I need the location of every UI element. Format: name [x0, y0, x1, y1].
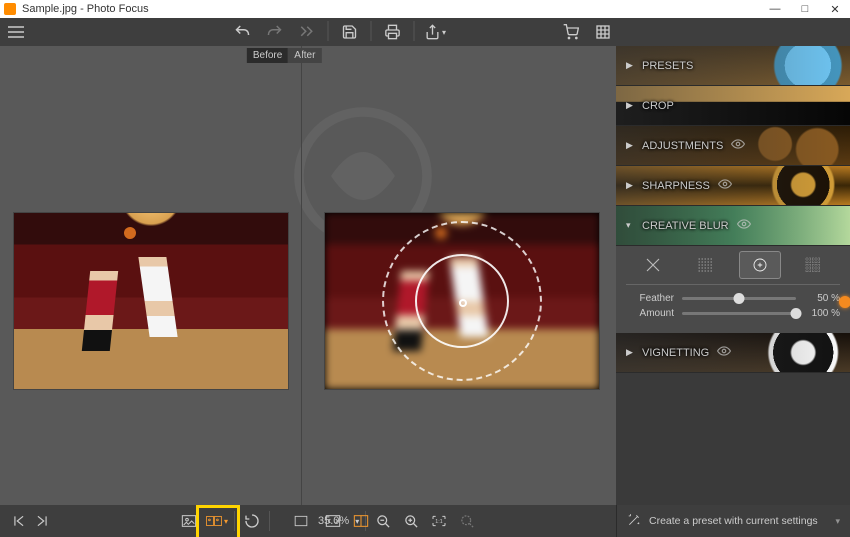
undo-button[interactable] — [232, 21, 254, 43]
close-button[interactable]: ✕ — [820, 0, 850, 18]
window-title: Sample.jpg - Photo Focus — [22, 3, 149, 15]
minimize-button[interactable]: — — [760, 0, 790, 18]
preset-bar-label: Create a preset with current settings — [649, 515, 818, 527]
single-view-button[interactable] — [178, 510, 200, 532]
accordion-creative-blur[interactable]: ▾ Creative Blur — [616, 206, 850, 246]
chevron-right-icon: ▶ — [626, 347, 634, 358]
maximize-button[interactable]: □ — [790, 0, 820, 18]
blur-mode-linear[interactable] — [686, 252, 726, 278]
feather-label: Feather — [626, 293, 674, 304]
titlebar: Sample.jpg - Photo Focus — □ ✕ — [0, 0, 850, 18]
chevron-down-icon: ▾ — [626, 220, 634, 231]
svg-text:1:1: 1:1 — [436, 519, 443, 525]
prev-image-button[interactable] — [10, 510, 27, 532]
accordion-sharpness[interactable]: ▶ Sharpness — [616, 166, 850, 206]
wand-icon — [627, 513, 641, 530]
slider-thumb[interactable] — [734, 293, 745, 304]
next-image-button[interactable] — [33, 510, 50, 532]
tab-before[interactable]: Before — [247, 48, 288, 63]
creative-blur-panel: Feather 50 % Amount 100 % — [616, 246, 850, 333]
feather-value: 50 % — [804, 293, 840, 304]
accordion-presets[interactable]: ▶ Presets — [616, 46, 850, 86]
accordion-adjustments[interactable]: ▶ Adjustments — [616, 126, 850, 166]
zoom-out-button[interactable] — [372, 510, 394, 532]
save-button[interactable] — [339, 21, 361, 43]
redo-button[interactable] — [264, 21, 286, 43]
zoom-100-button[interactable]: 1:1 — [428, 510, 450, 532]
blur-mode-grid[interactable] — [793, 252, 833, 278]
accordion-label: Crop — [642, 100, 674, 112]
menu-button[interactable] — [0, 21, 32, 43]
chevron-right-icon: ▶ — [626, 60, 634, 71]
zoom-in-button[interactable] — [400, 510, 422, 532]
chevron-right-icon: ▶ — [626, 180, 634, 191]
eye-icon[interactable] — [718, 179, 732, 192]
player-red — [82, 271, 118, 351]
accordion-label: Presets — [642, 60, 693, 72]
blur-mode-radial[interactable] — [740, 252, 780, 278]
feather-slider[interactable] — [682, 297, 796, 300]
accordion-crop[interactable]: ▶ Crop — [616, 86, 850, 126]
amount-label: Amount — [626, 308, 674, 319]
app-icon — [4, 3, 16, 15]
chevron-right-icon: ▶ — [626, 140, 634, 151]
before-image[interactable] — [14, 213, 288, 389]
amount-value: 100 % — [804, 308, 840, 319]
canvas-area: Before After — [0, 46, 616, 505]
eye-icon[interactable] — [717, 346, 731, 359]
eye-icon[interactable] — [737, 219, 751, 232]
accordion-label: Creative Blur — [642, 220, 729, 232]
zoom-fit-icon — [290, 510, 312, 532]
after-image[interactable] — [325, 213, 599, 389]
slider-thumb[interactable] — [791, 308, 802, 319]
redo-forward-button[interactable] — [296, 21, 318, 43]
chevron-right-icon: ▶ — [626, 100, 634, 111]
eye-icon[interactable] — [731, 139, 745, 152]
side-panel: ▶ Presets ▶ Crop ▶ Adjustments ▶ Sharpne… — [616, 46, 850, 505]
chevron-down-icon[interactable]: ▾ — [835, 516, 840, 527]
accordion-vignetting[interactable]: ▶ Vignetting — [616, 333, 850, 373]
fit-compare-button[interactable] — [350, 510, 372, 532]
rotate-button[interactable] — [241, 510, 263, 532]
accordion-label: Vignetting — [642, 347, 709, 359]
tab-after[interactable]: After — [288, 48, 321, 63]
print-button[interactable] — [382, 21, 404, 43]
toolbar: ▾ — [0, 18, 850, 46]
compare-view-button[interactable]: ▾ — [206, 510, 228, 532]
grid-button[interactable] — [592, 21, 614, 43]
player-white — [138, 257, 177, 337]
preset-bar[interactable]: Create a preset with current settings ▾ — [616, 505, 850, 537]
accordion-label: Sharpness — [642, 180, 710, 192]
bottombar: ▾ 35.0% ▾ 1:1 — [0, 505, 616, 537]
split-divider[interactable] — [301, 46, 302, 505]
panel-collapse-handle[interactable] — [839, 296, 850, 308]
accordion-label: Adjustments — [642, 140, 723, 152]
blur-mode-none[interactable] — [633, 252, 673, 278]
zoom-selection-button[interactable] — [456, 510, 478, 532]
share-button[interactable]: ▾ — [425, 21, 447, 43]
cart-button[interactable] — [560, 21, 582, 43]
ball-icon — [124, 227, 136, 239]
amount-slider[interactable] — [682, 312, 796, 315]
fit-screen-button[interactable] — [322, 510, 344, 532]
